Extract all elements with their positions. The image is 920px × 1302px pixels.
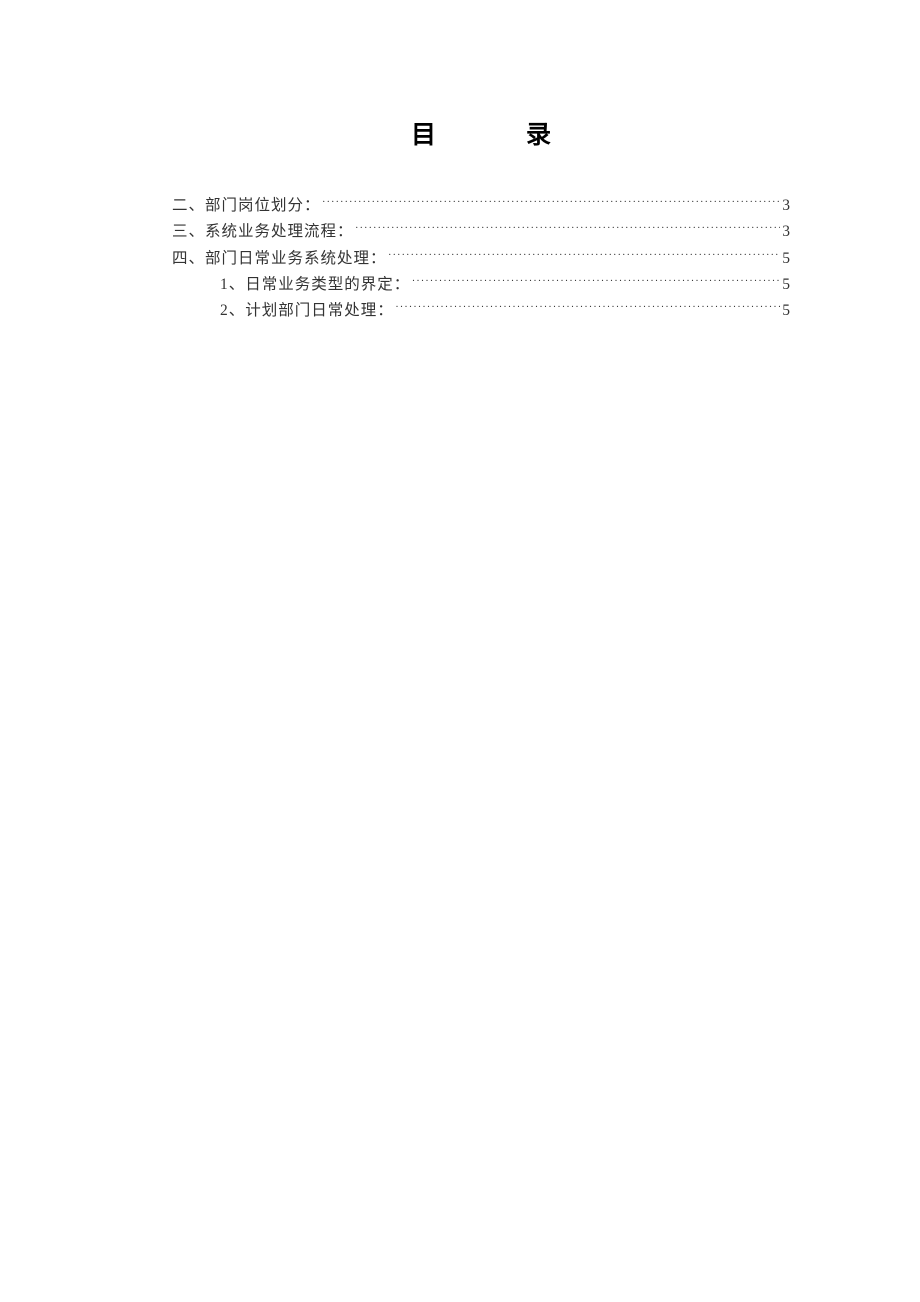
toc-entry[interactable]: 二、部门岗位划分： 3 bbox=[172, 193, 790, 219]
toc-page-number: 5 bbox=[782, 246, 790, 272]
page-title: 目 录 bbox=[172, 115, 790, 151]
toc-page-number: 3 bbox=[782, 193, 790, 219]
page-container: 目 录 二、部门岗位划分： 3 三、系统业务处理流程： 3 四、部门日常业务系统… bbox=[0, 0, 920, 325]
toc-subentry[interactable]: 1、日常业务类型的界定： 5 bbox=[172, 272, 790, 298]
toc-leader-dots bbox=[323, 195, 781, 211]
toc-list: 二、部门岗位划分： 3 三、系统业务处理流程： 3 四、部门日常业务系统处理： … bbox=[172, 193, 790, 325]
toc-label: 四、部门日常业务系统处理： bbox=[172, 246, 387, 272]
toc-page-number: 3 bbox=[782, 219, 790, 245]
toc-label: 1、日常业务类型的界定： bbox=[220, 272, 410, 298]
toc-label: 2、计划部门日常处理： bbox=[220, 298, 394, 324]
toc-subentry[interactable]: 2、计划部门日常处理： 5 bbox=[172, 298, 790, 324]
toc-leader-dots bbox=[396, 300, 780, 316]
toc-page-number: 5 bbox=[782, 298, 790, 324]
toc-leader-dots bbox=[356, 221, 781, 237]
toc-label: 二、部门岗位划分： bbox=[172, 193, 321, 219]
toc-page-number: 5 bbox=[782, 272, 790, 298]
title-char-2: 录 bbox=[526, 115, 551, 151]
toc-entry[interactable]: 三、系统业务处理流程： 3 bbox=[172, 219, 790, 245]
toc-entry[interactable]: 四、部门日常业务系统处理： 5 bbox=[172, 246, 790, 272]
toc-leader-dots bbox=[389, 247, 781, 263]
title-char-1: 目 bbox=[411, 115, 436, 151]
toc-leader-dots bbox=[412, 274, 780, 290]
toc-label: 三、系统业务处理流程： bbox=[172, 219, 354, 245]
